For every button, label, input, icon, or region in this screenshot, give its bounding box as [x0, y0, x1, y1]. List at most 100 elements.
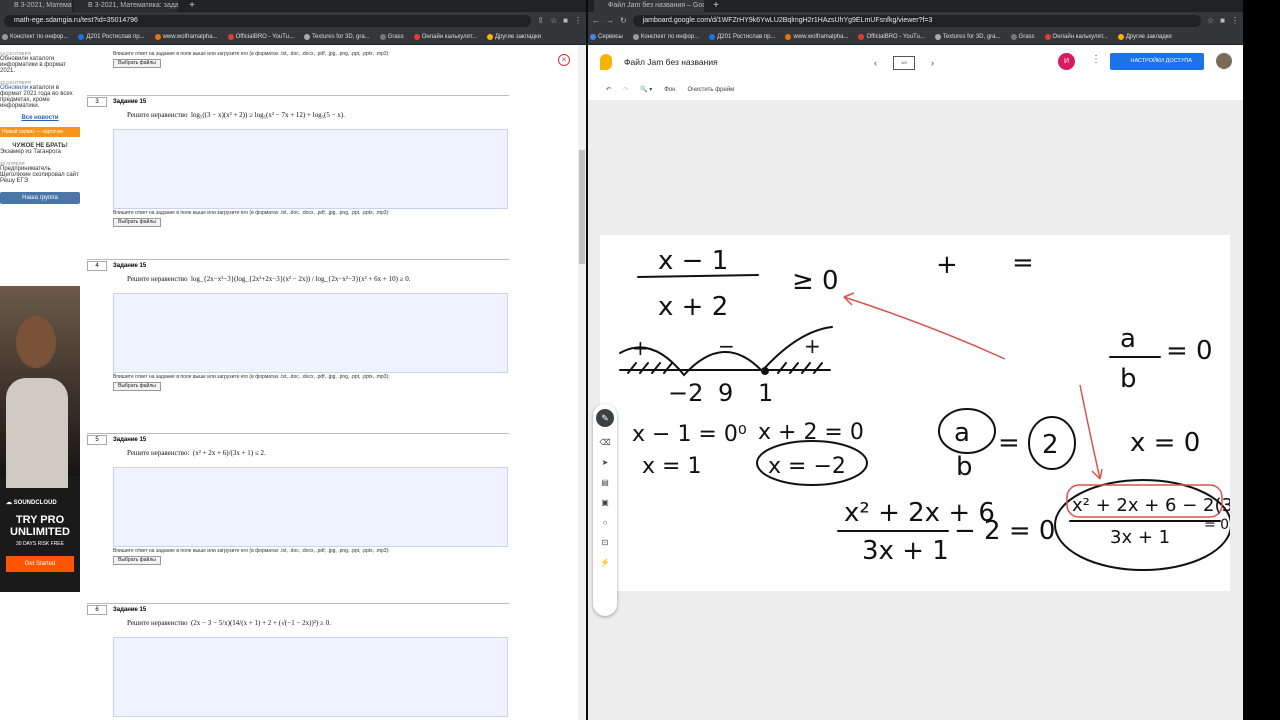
task-header: 3 Задание 15 — [87, 95, 509, 107]
soundcloud-logo: ☁ SOUNDCLOUD — [6, 500, 57, 506]
avatar[interactable]: И — [1058, 53, 1075, 70]
folder-icon — [1117, 33, 1124, 40]
circle-icon[interactable]: ○ — [603, 518, 608, 527]
bookmark-icon — [154, 33, 161, 40]
back-icon[interactable]: ← — [592, 16, 600, 25]
clear-frame-button[interactable]: Очистить фрейм — [687, 87, 734, 93]
frame-bar-button[interactable]: 3/4 — [893, 56, 915, 70]
url-field[interactable]: math-ege.sdamgia.ru/test?id=35014796 — [4, 14, 532, 27]
alien-item[interactable]: Предприниматель Щеголихин скопировал сай… — [0, 166, 80, 184]
reload-icon[interactable]: ↻ — [620, 16, 627, 25]
scrollbar-thumb[interactable] — [579, 150, 585, 264]
bookmark-item[interactable]: Сервисы — [590, 33, 623, 40]
tab-active[interactable]: B 3-2021, Математика: задания... — [74, 0, 178, 12]
bookmark-star-icon[interactable]: ☆ — [1207, 16, 1214, 25]
bookmark-item[interactable]: Онлайн калькулят... — [413, 33, 477, 40]
pen-icon[interactable]: ✎ — [596, 409, 614, 427]
bookmark-icon — [413, 33, 420, 40]
bookmark-item[interactable]: Другие закладки — [1117, 33, 1172, 40]
answer-textarea[interactable] — [113, 129, 508, 209]
task-expression: log₅((3 − x)(x² + 2)) ≥ log₅(x² − 7x + 1… — [190, 111, 345, 119]
bookmark-item[interactable]: Д201 Ростислав пр... — [78, 33, 145, 40]
background-button[interactable]: Фон — [664, 87, 675, 93]
choose-files-button[interactable]: Выбрать файлы — [113, 382, 161, 391]
promo-banner[interactable]: Новый сервис — карточки — [0, 127, 80, 137]
menu-icon[interactable]: ⋮ — [574, 16, 582, 25]
choose-files-button[interactable]: Выбрать файлы — [113, 59, 161, 68]
menu-icon[interactable]: ⋮ — [1231, 16, 1239, 25]
bookmark-item[interactable]: OfficialBRO - YouTu... — [227, 33, 294, 40]
answer-textarea[interactable] — [113, 467, 508, 547]
bookmark-icon — [934, 33, 941, 40]
bookmark-item[interactable]: Онлайн калькулят... — [1044, 33, 1108, 40]
canvas-area: x − 1 x + 2 ≥ 0 + = a b = 0 + − + −2 9 1… — [588, 101, 1243, 720]
choose-files-button[interactable]: Выбрать файлы — [113, 218, 161, 227]
bookmark-item[interactable]: OfficialBRO - YouTu... — [858, 33, 925, 40]
answer-textarea[interactable] — [113, 293, 508, 373]
bookmark-item[interactable]: Конспект по инфор... — [632, 33, 699, 40]
task-title: Задание 15 — [113, 436, 147, 443]
alien-item[interactable]: Экзамер из Таганрога — [0, 149, 80, 155]
ad-get-started-button[interactable]: Get Started — [6, 556, 74, 572]
bookmark-item[interactable]: Textures for 3D, gra... — [934, 33, 1001, 40]
ad-headline: TRY PRO UNLIMITED — [10, 514, 70, 538]
bookmark-item[interactable]: Grass — [379, 33, 404, 40]
text-box-icon[interactable]: ⊡ — [602, 538, 609, 547]
hw-frac-num: x − 1 — [658, 246, 728, 276]
bookmark-item[interactable]: Д201 Ростислав пр... — [709, 33, 775, 40]
bookmark-item[interactable]: Grass — [1010, 33, 1035, 40]
frame-navigator: ‹ 3/4 › — [874, 56, 934, 70]
laser-icon[interactable]: ⚡ — [600, 558, 610, 567]
all-news-link[interactable]: Все новости — [0, 115, 80, 121]
tab-inactive[interactable]: B 3-2021, Математика: задания... — [0, 0, 72, 12]
bookmark-item[interactable]: Textures for 3D, gra... — [303, 33, 370, 40]
hw-big-rest: − 2 = 0 — [954, 516, 1055, 546]
chevron-left-icon[interactable]: ‹ — [874, 58, 877, 68]
whiteboard-frame[interactable]: x − 1 x + 2 ≥ 0 + = a b = 0 + − + −2 9 1… — [600, 235, 1230, 591]
hw-circ-b: b — [956, 452, 973, 482]
document-title[interactable]: Файл Jam без названия — [624, 57, 718, 67]
bookmark-item[interactable]: Конспект по инфор... — [2, 33, 68, 40]
bookmark-item[interactable]: www.wolframalpha... — [785, 33, 848, 40]
close-icon[interactable]: × — [558, 54, 570, 66]
new-tab-button[interactable]: + — [186, 0, 198, 12]
task-statement: Решите неравенство log₅((3 − x)(x² + 2))… — [127, 111, 345, 119]
chevron-right-icon[interactable]: › — [931, 58, 934, 68]
hw-x-eq: x = 0 — [1130, 428, 1200, 458]
vk-group-button[interactable]: Наша группа — [0, 192, 80, 204]
task-number: 3 — [87, 96, 107, 107]
filled-point — [761, 367, 769, 375]
redo-icon[interactable]: ↷ — [623, 86, 628, 93]
zoom-icon[interactable]: 🔍 ▾ — [640, 86, 652, 93]
jamboard-logo-icon[interactable] — [600, 54, 612, 70]
hw-ineq: ≥ 0 — [792, 266, 839, 296]
hw-a-num: a — [1120, 324, 1136, 354]
bookmark-star-icon[interactable]: ☆ — [550, 16, 557, 25]
new-tab-button[interactable]: + — [710, 0, 722, 12]
hw-a-den: b — [1120, 364, 1137, 394]
bookmark-item[interactable]: Другие закладки — [486, 33, 541, 40]
eraser-icon[interactable]: ⌫ — [599, 438, 610, 447]
extension-icon[interactable]: ■ — [563, 16, 568, 25]
user-avatar[interactable] — [1216, 53, 1232, 69]
hw-sign: + — [804, 334, 821, 358]
bookmark-item[interactable]: www.wolframalpha... — [154, 33, 218, 40]
sticky-note-icon[interactable]: ▤ — [601, 478, 609, 487]
share-icon[interactable]: ⇪ — [537, 16, 544, 25]
apps-icon — [590, 33, 596, 40]
url-field[interactable]: jamboard.google.com/d/1WFZrHY9k6YwLU2Bql… — [632, 14, 1201, 27]
extension-icon[interactable]: ■ — [1220, 16, 1225, 25]
forward-icon[interactable]: → — [606, 16, 614, 25]
image-icon[interactable]: ▣ — [601, 498, 609, 507]
scrollbar[interactable] — [578, 45, 586, 720]
undo-icon[interactable]: ↶ — [606, 86, 611, 93]
choose-files-button[interactable]: Выбрать файлы — [113, 556, 161, 565]
red-arrow-1 — [843, 296, 1006, 360]
tab-active[interactable]: Файл Jam без названия – Goog... — [594, 0, 704, 12]
more-options-icon[interactable]: ⋮ — [1091, 54, 1101, 65]
soundcloud-ad[interactable]: ☁ SOUNDCLOUD TRY PRO UNLIMITED 30 DAYS R… — [0, 286, 80, 592]
answer-textarea[interactable] — [113, 637, 508, 717]
hw-eq3: x + 2 = 0 — [758, 420, 864, 445]
share-button[interactable]: 👤 НАСТРОЙКИ ДОСТУПА — [1110, 53, 1204, 70]
select-icon[interactable]: ➤ — [602, 458, 609, 467]
